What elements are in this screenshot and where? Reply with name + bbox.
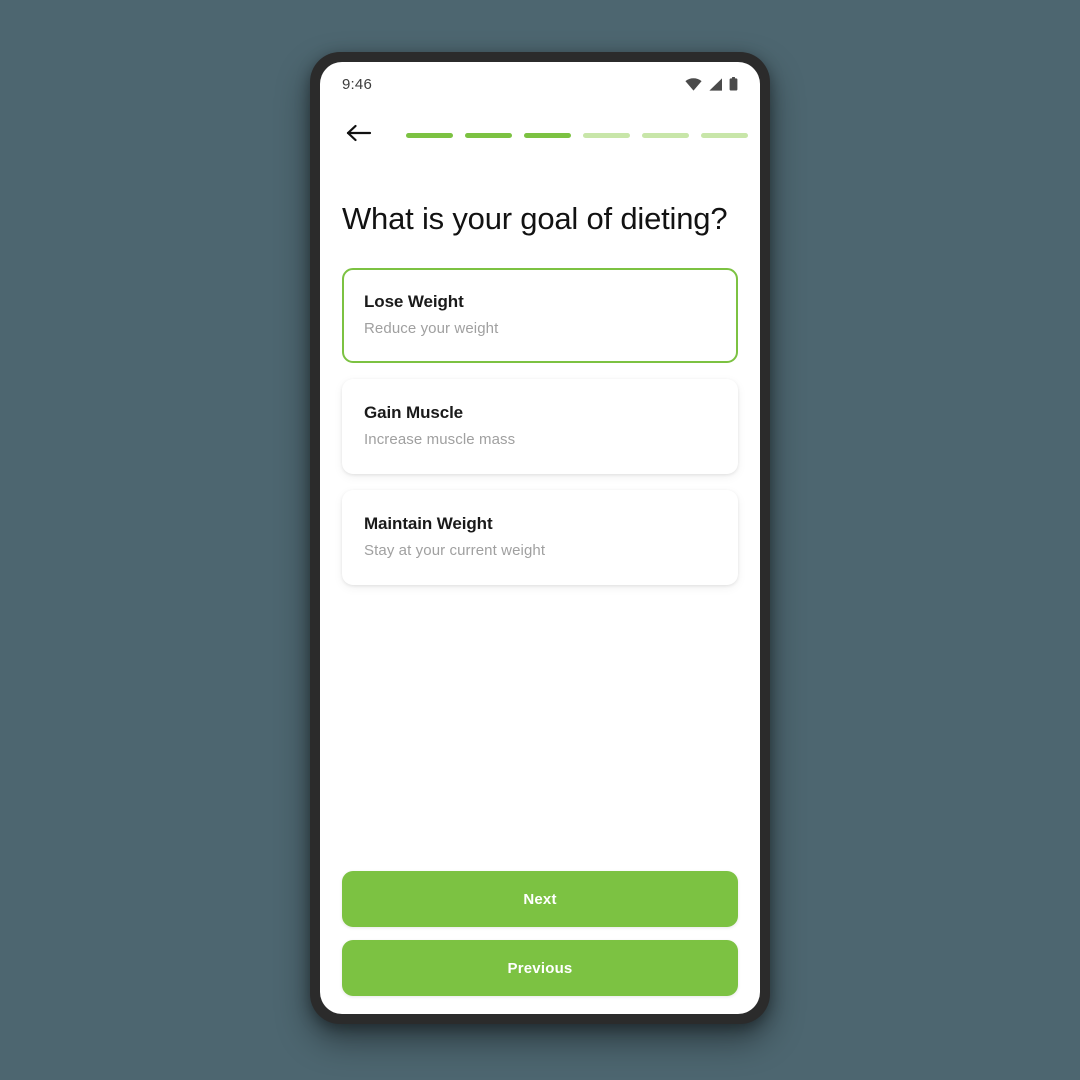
progress-segment-4	[583, 132, 630, 138]
flex-spacer	[342, 585, 738, 871]
status-bar-time: 9:46	[342, 75, 372, 93]
back-button[interactable]	[342, 118, 376, 152]
status-bar-icons	[685, 77, 738, 91]
goal-option-subtitle: Increase muscle mass	[364, 430, 516, 448]
progress-segment-3	[524, 132, 571, 138]
arrow-left-icon	[346, 123, 372, 148]
goal-option-subtitle: Reduce your weight	[364, 319, 499, 337]
onboarding-progress-bar	[406, 132, 748, 138]
goal-option-title: Maintain Weight	[364, 513, 493, 533]
goal-option-card[interactable]: Maintain Weight Stay at your current weig…	[342, 489, 738, 585]
status-bar: 9:46	[320, 62, 760, 106]
progress-segment-2	[465, 132, 512, 138]
page-title: What is your goal of dieting?	[342, 201, 728, 236]
goal-option-title: Lose Weight	[364, 291, 464, 311]
footer-actions: Next Previous	[342, 871, 738, 1014]
content-area: What is your goal of dieting? Lose Weigh…	[320, 164, 760, 1014]
previous-button[interactable]: Previous	[342, 940, 738, 996]
goal-option-list: Lose Weight Reduce your weight Gain Muscle…	[342, 267, 738, 585]
progress-segment-1	[406, 132, 453, 138]
goal-option-title: Gain Muscle	[364, 402, 464, 422]
progress-segment-6	[701, 132, 748, 138]
goal-option-card[interactable]: Lose Weight Reduce your weight	[342, 267, 738, 363]
wifi-icon	[685, 77, 702, 91]
phone-screen: 9:46 What is your goal of dieting? Lose …	[320, 62, 760, 1014]
top-bar	[320, 106, 760, 164]
cellular-signal-icon	[708, 77, 723, 91]
goal-option-subtitle: Stay at your current weight	[364, 541, 546, 559]
goal-option-card[interactable]: Gain Muscle Increase muscle mass	[342, 378, 738, 474]
phone-frame: 9:46 What is your goal of dieting? Lose …	[310, 52, 770, 1024]
battery-icon	[729, 77, 738, 91]
progress-segment-5	[642, 132, 689, 138]
next-button[interactable]: Next	[342, 871, 738, 927]
